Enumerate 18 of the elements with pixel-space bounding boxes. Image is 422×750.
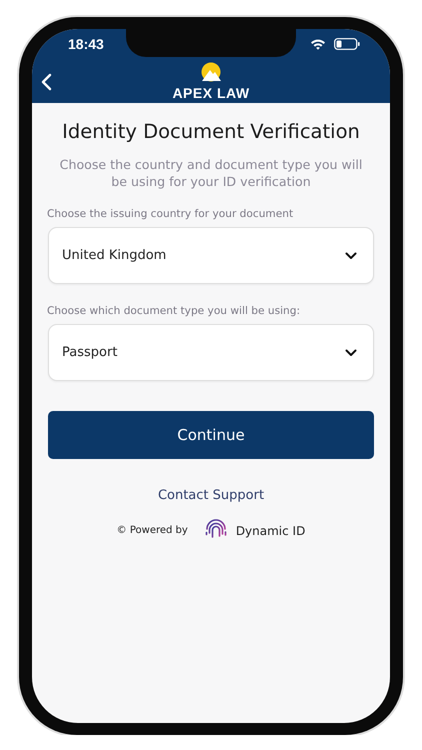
continue-button[interactable]: Continue (48, 411, 374, 460)
page-title: Identity Document Verification (61, 120, 361, 144)
subtitle-text: Choose the country and document type you will be using for your ID verification (58, 156, 364, 190)
logo-icon (199, 62, 223, 82)
wifi-icon (310, 38, 326, 50)
chevron-left-icon (40, 72, 54, 91)
status-time: 18:43 (68, 34, 104, 54)
field-label: Choose which document type you will be using: (47, 304, 302, 320)
chevron-down-icon (345, 252, 357, 260)
brand-name: Dynamic ID (236, 522, 306, 540)
dropdown-field[interactable]: United Kingdom (48, 227, 374, 284)
chevron-down-icon (345, 348, 357, 357)
dropdown-field[interactable]: Passport (48, 324, 374, 382)
battery-icon (334, 38, 360, 50)
field-label: Choose the issuing country for your document (47, 207, 294, 222)
powered-by-text: © Powered by (116, 524, 188, 538)
logo-text: APEX LAW (172, 86, 250, 100)
contact-support-link[interactable]: Contact Support (152, 485, 270, 507)
